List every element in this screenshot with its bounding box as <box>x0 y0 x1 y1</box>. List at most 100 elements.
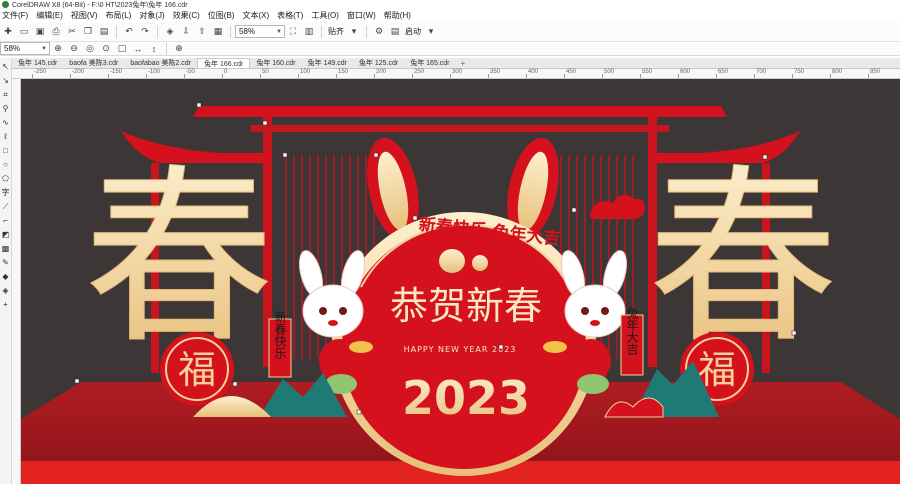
menu-file[interactable]: 文件(F) <box>0 10 34 21</box>
ruler-tick <box>70 74 71 78</box>
lantern-icon <box>439 249 465 273</box>
left-chun-ornament: 春 福 <box>83 148 275 406</box>
polygon-tool-icon[interactable]: ⬠ <box>1 174 11 184</box>
drawing-canvas[interactable]: 春 福 春 福 新春快乐 兔年大吉 恭贺新春 HAPPY NEW YEAR 20… <box>21 79 900 484</box>
pick-tool-icon[interactable]: ↖ <box>1 62 11 72</box>
menu-view[interactable]: 视图(V) <box>69 10 104 21</box>
print-icon[interactable]: ⎙ <box>50 25 62 39</box>
document-tab[interactable]: 兔年 149.cdr <box>302 58 353 68</box>
chevron-down-icon[interactable]: ▾ <box>425 25 437 39</box>
coreldraw-app-icon <box>2 1 9 8</box>
ellipse-tool-icon[interactable]: ○ <box>1 160 11 170</box>
add-preset-icon[interactable]: ⊕ <box>173 42 185 56</box>
export-icon[interactable]: ⇧ <box>196 25 208 39</box>
ruler-tick <box>526 74 527 78</box>
save-icon[interactable]: ▣ <box>34 25 46 39</box>
connector-tool-icon[interactable]: ⌐ <box>1 216 11 226</box>
ruler-label: 600 <box>680 69 691 75</box>
zoom-out-icon[interactable]: ⊖ <box>68 42 80 56</box>
parallel-dimension-icon[interactable]: ⟋ <box>1 202 11 212</box>
zoom-selected-icon[interactable]: ◎ <box>84 42 96 56</box>
ruler-label: 550 <box>642 69 653 75</box>
chevron-down-icon[interactable]: ▾ <box>348 25 360 39</box>
redo-icon[interactable]: ↷ <box>139 25 151 39</box>
menu-object[interactable]: 对象(J) <box>137 10 170 21</box>
property-bar: 58% ▼ ⊕ ⊖ ◎ ⊙ ▢ ↔ ↕ ⊕ <box>0 42 900 56</box>
smart-fill-icon[interactable]: ◈ <box>1 286 11 296</box>
cut-icon[interactable]: ✂ <box>66 25 78 39</box>
rectangle-tool-icon[interactable]: □ <box>1 146 11 156</box>
ruler-label: 50 <box>262 69 269 75</box>
search-content-icon[interactable]: ◈ <box>164 25 176 39</box>
color-eyedropper-icon[interactable]: ✎ <box>1 258 11 268</box>
ruler-label: 450 <box>566 69 577 75</box>
vertical-ruler[interactable] <box>12 79 21 484</box>
menu-edit[interactable]: 编辑(E) <box>34 10 69 21</box>
ruler-label: 300 <box>452 69 463 75</box>
gate-second-beam <box>251 125 669 132</box>
menu-text[interactable]: 文本(X) <box>240 10 275 21</box>
menu-table[interactable]: 表格(T) <box>275 10 309 21</box>
zoom-level-select[interactable]: 58% ▼ <box>235 25 285 38</box>
undo-icon[interactable]: ↶ <box>123 25 135 39</box>
ruler-tick <box>602 74 603 78</box>
menu-tools[interactable]: 工具(O) <box>309 10 345 21</box>
document-tab[interactable]: baofa 美陈3.cdr <box>63 58 124 68</box>
chevron-down-icon: ▼ <box>41 45 47 52</box>
ruler-tick <box>32 74 33 78</box>
title-bar: CorelDRAW X8 (64-Bit) - F:\0 HT\2023兔年\兔… <box>0 0 900 9</box>
full-screen-icon[interactable]: ⛶ <box>287 25 299 39</box>
document-tab[interactable]: baofabao 美陈2.cdr <box>124 58 197 68</box>
document-tab[interactable]: 兔年 160.cdr <box>250 58 301 68</box>
ruler-tick <box>564 74 565 78</box>
import-icon[interactable]: ⇩ <box>180 25 192 39</box>
copy-icon[interactable]: ❐ <box>82 25 94 39</box>
zoom-height-icon[interactable]: ↕ <box>148 42 160 56</box>
ruler-tick <box>754 74 755 78</box>
text-tool-icon[interactable]: 字 <box>1 188 11 198</box>
ruler-tick <box>716 74 717 78</box>
freehand-tool-icon[interactable]: ∿ <box>1 118 11 128</box>
drop-shadow-icon[interactable]: ◩ <box>1 230 11 240</box>
snap-to-dropdown[interactable]: 贴齐 <box>326 26 346 37</box>
shape-tool-icon[interactable]: ↘ <box>1 76 11 86</box>
menu-layout[interactable]: 布局(L) <box>104 10 138 21</box>
pdf-icon[interactable]: ▦ <box>212 25 224 39</box>
ruler-tick <box>298 74 299 78</box>
transparency-tool-icon[interactable]: ▩ <box>1 244 11 254</box>
zoom-in-icon[interactable]: ⊕ <box>52 42 64 56</box>
ruler-label: 100 <box>300 69 311 75</box>
open-icon[interactable]: ▭ <box>18 25 30 39</box>
interactive-fill-icon[interactable]: ◆ <box>1 272 11 282</box>
ruler-label: 250 <box>414 69 425 75</box>
zoom-width-icon[interactable]: ↔ <box>132 42 144 56</box>
show-rulers-icon[interactable]: ▥ <box>303 25 315 39</box>
crop-tool-icon[interactable]: ⌗ <box>1 90 11 100</box>
document-tab[interactable]: 兔年 125.cdr <box>353 58 404 68</box>
options-gear-icon[interactable]: ⚙ <box>373 25 385 39</box>
ruler-tick <box>488 74 489 78</box>
zoom-all-objects-icon[interactable]: ⊙ <box>100 42 112 56</box>
toolbar-divider <box>157 25 158 38</box>
document-tab-active[interactable]: 兔年 166.cdr <box>197 58 251 68</box>
new-document-icon[interactable]: ✚ <box>2 25 14 39</box>
menu-help[interactable]: 帮助(H) <box>382 10 417 21</box>
artistic-media-icon[interactable]: ℓ <box>1 132 11 142</box>
document-tab[interactable]: 兔年 145.cdr <box>12 58 63 68</box>
new-tab-icon[interactable]: + <box>456 59 471 68</box>
menu-window[interactable]: 窗口(W) <box>345 10 382 21</box>
launch-dropdown[interactable]: 启动 <box>403 26 423 37</box>
paste-icon[interactable]: ▤ <box>98 25 110 39</box>
application-launcher-icon[interactable]: ▤ <box>389 25 401 39</box>
document-tab[interactable]: 兔年 165.cdr <box>404 58 455 68</box>
menu-bitmap[interactable]: 位图(B) <box>206 10 241 21</box>
zoom-tool-icon[interactable]: ⚲ <box>1 104 11 114</box>
ruler-label: -50 <box>186 69 195 75</box>
menu-effects[interactable]: 效果(C) <box>171 10 206 21</box>
zoom-page-icon[interactable]: ▢ <box>116 42 128 56</box>
property-zoom-select[interactable]: 58% ▼ <box>0 42 50 55</box>
horizontal-ruler[interactable]: -250 -200 -150 -100 -50 0 50 100 150 200 250 300 350… <box>12 69 900 79</box>
more-tools-icon[interactable]: + <box>1 300 11 310</box>
artwork: 春 福 春 福 新春快乐 兔年大吉 恭贺新春 HAPPY NEW YEAR 20… <box>21 102 900 484</box>
ruler-tick <box>222 74 223 78</box>
